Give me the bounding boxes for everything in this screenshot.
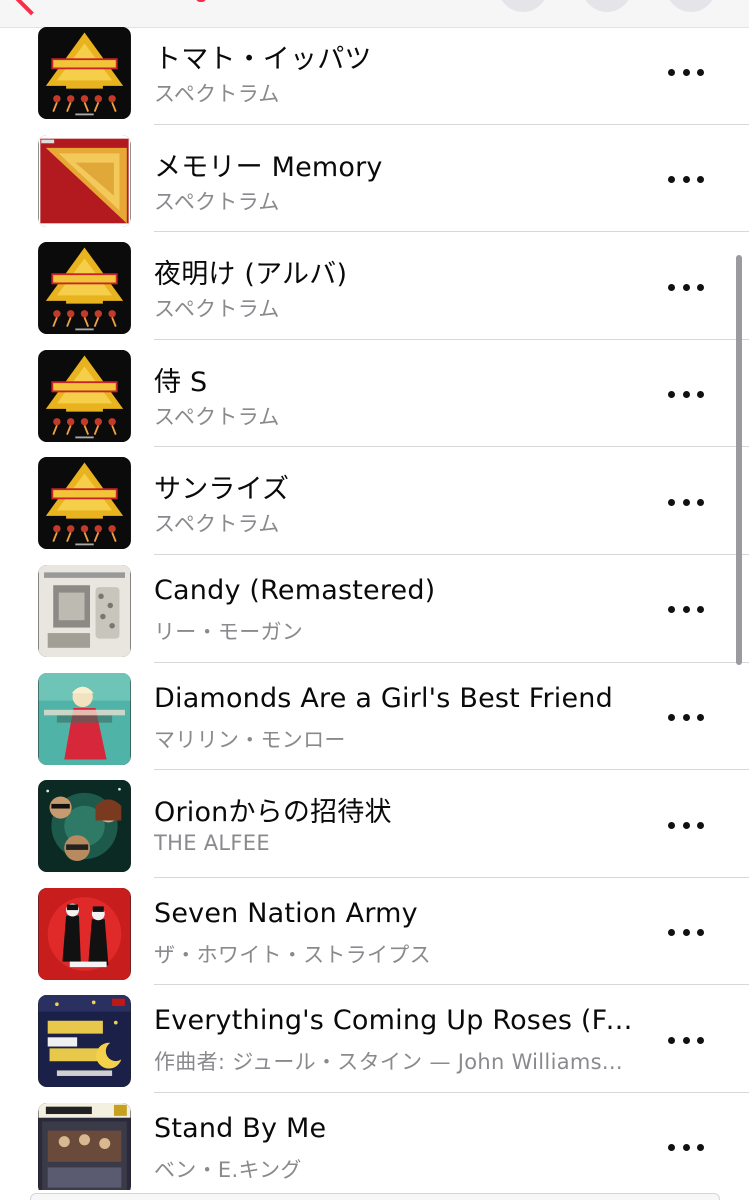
ellipsis-icon[interactable] [664, 487, 708, 517]
song-title: 夜明け (アルバ) [154, 259, 348, 291]
song-artist: ザ・ホワイト・ストライプス [154, 942, 431, 967]
album-artwork[interactable] [38, 672, 131, 765]
album-artwork[interactable] [38, 995, 131, 1088]
ellipsis-icon[interactable] [664, 703, 708, 733]
song-artist: スペクトラム [154, 297, 280, 322]
song-artist: 作曲者: ジュール・スタイン — John Williams... [154, 1050, 623, 1075]
song-row[interactable]: Stand By Me ベン・E.キング [0, 1093, 749, 1200]
ellipsis-icon[interactable] [664, 57, 708, 87]
song-row[interactable]: メモリー Memory スペクトラム [0, 125, 749, 233]
album-artwork[interactable] [38, 457, 131, 550]
nav-button-2[interactable] [582, 0, 632, 12]
ellipsis-icon[interactable] [664, 918, 708, 948]
song-artist: スペクトラム [154, 512, 280, 537]
album-artwork[interactable] [38, 780, 131, 873]
album-artwork[interactable] [38, 1102, 131, 1195]
ellipsis-icon[interactable] [664, 1025, 708, 1055]
song-title: Candy (Remastered) [154, 574, 436, 606]
song-title: Everything's Coming Up Roses (Fr... [154, 1005, 634, 1037]
song-row[interactable]: 夜明け (アルバ) スペクトラム [0, 232, 749, 340]
song-title: Stand By Me [154, 1112, 327, 1144]
ellipsis-icon[interactable] [664, 810, 708, 840]
song-list: トマト・イッパツ スペクトラム メモリー Memory スペクトラム 夜明け (… [0, 17, 749, 1200]
song-artist: ベン・E.キング [154, 1157, 302, 1182]
song-row[interactable]: Diamonds Are a Girl's Best Friend マリリン・モ… [0, 663, 749, 771]
song-row[interactable]: Everything's Coming Up Roses (Fr... 作曲者:… [0, 985, 749, 1093]
song-artist: マリリン・モンロー [154, 727, 346, 752]
album-artwork[interactable] [38, 134, 131, 227]
ellipsis-icon[interactable] [664, 165, 708, 195]
song-artist: スペクトラム [154, 82, 280, 106]
song-row[interactable]: Orionからの招待状 THE ALFEE [0, 770, 749, 878]
song-title: 侍 S [154, 366, 208, 398]
album-artwork[interactable] [38, 564, 131, 657]
song-title: トマト・イッパツ [154, 44, 372, 75]
song-title: メモリー Memory [154, 151, 383, 183]
song-title: Orionからの招待状 [154, 797, 392, 829]
album-artwork[interactable] [38, 27, 131, 119]
song-artist: スペクトラム [154, 404, 280, 429]
nav-button-3[interactable] [666, 0, 716, 12]
song-title: Seven Nation Army [154, 897, 418, 929]
song-row[interactable]: Seven Nation Army ザ・ホワイト・ストライプス [0, 878, 749, 986]
song-row[interactable]: Candy (Remastered) リー・モーガン [0, 555, 749, 663]
song-title: サンライズ [154, 474, 290, 506]
song-title: Diamonds Are a Girl's Best Friend [154, 682, 613, 714]
album-artwork[interactable] [38, 349, 131, 442]
nav-title-fragment [196, 0, 206, 2]
nav-button-1[interactable] [498, 0, 548, 12]
song-row[interactable]: トマト・イッパツ スペクトラム [0, 17, 749, 125]
album-artwork[interactable] [38, 887, 131, 980]
song-artist: THE ALFEE [154, 831, 270, 856]
bottom-edge [0, 1190, 749, 1200]
album-artwork[interactable] [38, 242, 131, 335]
song-row[interactable]: 侍 S スペクトラム [0, 340, 749, 448]
ellipsis-icon[interactable] [664, 380, 708, 410]
ellipsis-icon[interactable] [664, 272, 708, 302]
song-row[interactable]: サンライズ スペクトラム [0, 447, 749, 555]
ellipsis-icon[interactable] [664, 1133, 708, 1163]
song-artist: スペクトラム [154, 189, 280, 214]
scroll-indicator[interactable] [736, 255, 742, 665]
chevron-left-icon[interactable] [12, 0, 50, 16]
ellipsis-icon[interactable] [664, 595, 708, 625]
song-artist: リー・モーガン [154, 619, 304, 644]
